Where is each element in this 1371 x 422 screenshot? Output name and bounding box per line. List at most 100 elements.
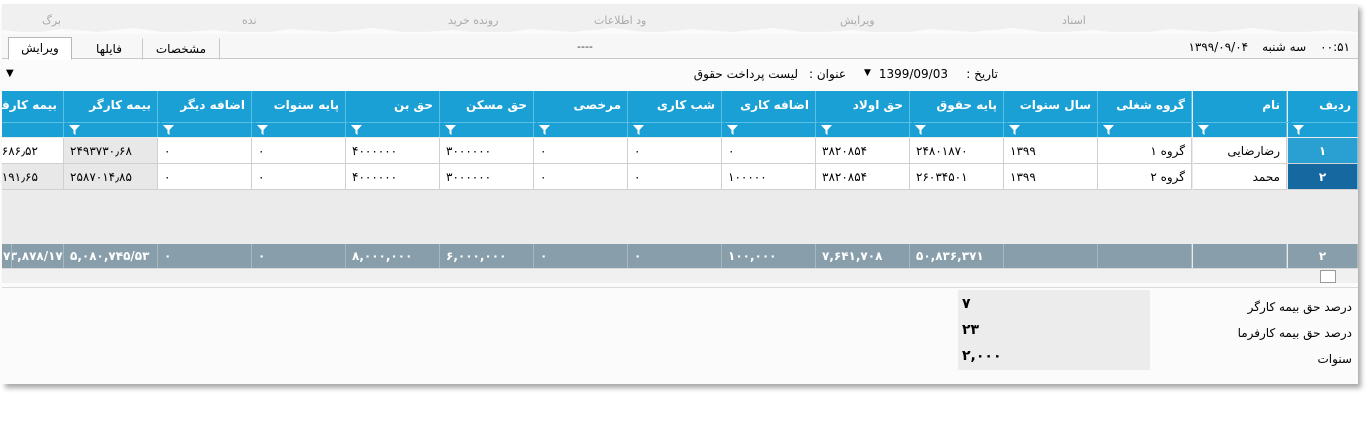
column-header-night[interactable]: شب کاری: [628, 91, 724, 137]
cell-bon[interactable]: ۴۰۰۰۰۰۰: [346, 138, 440, 164]
cell-housing[interactable]: ۳۰۰۰۰۰۰: [440, 138, 534, 164]
cell-group[interactable]: گروه ۲: [1098, 164, 1192, 190]
cell-worker-ins[interactable]: ۲۴۹۳۷۳۰٫۶۸: [64, 138, 158, 164]
filter-row: [161, 122, 254, 137]
total-row: ۲: [1288, 244, 1358, 268]
total-leave: ۰: [534, 244, 628, 268]
column-header-base[interactable]: پایه حقوق: [910, 91, 1006, 137]
total-child: ۷,۶۴۱,۷۰۸: [816, 244, 910, 268]
column-header-label: ردیف: [1319, 98, 1351, 112]
filter-row: [2, 122, 66, 137]
status-date: ۱۳۹۹/۰۹/۰۴: [1188, 40, 1249, 54]
cell-child[interactable]: ۳۸۲۰۸۵۴: [816, 164, 910, 190]
cell-night[interactable]: ۰: [628, 164, 722, 190]
column-header-label: حق اولاد: [852, 98, 903, 112]
payroll-grid: ردیف نام گروه شغلی سال سنوات پایه حقوق حق اول…: [2, 91, 1358, 283]
column-header-label: مرخصی: [573, 98, 621, 112]
cell-leave[interactable]: ۰: [534, 164, 628, 190]
cell-night[interactable]: ۰: [628, 138, 722, 164]
tab-properties[interactable]: مشخصات: [142, 38, 220, 60]
column-header-name[interactable]: نام: [1193, 91, 1289, 137]
column-header-label: اضافه دیگر: [180, 98, 245, 112]
horizontal-scrollbar[interactable]: [2, 268, 1358, 283]
column-header-child[interactable]: حق اولاد: [816, 91, 912, 137]
total-housing: ۶,۰۰۰,۰۰۰: [440, 244, 534, 268]
cell-seniority[interactable]: ۰: [252, 138, 346, 164]
column-header-employer-ins[interactable]: بیمه کارفرما: [2, 91, 66, 137]
cell-name[interactable]: رضارضایی: [1193, 138, 1287, 164]
filter-bar: ▼ تاریخ : 1399/09/03 ▼ عنوان : لیست پردا…: [2, 60, 1358, 90]
total-bon: ۸,۰۰۰,۰۰۰: [346, 244, 440, 268]
date-dropdown-arrow-icon[interactable]: ▼: [864, 68, 871, 78]
column-header-years[interactable]: سال سنوات: [1004, 91, 1100, 137]
seniority-value[interactable]: ۲,۰۰۰: [962, 348, 1002, 364]
column-header-housing[interactable]: حق مسکن: [440, 91, 536, 137]
tab-files[interactable]: فایلها: [80, 38, 138, 60]
title-dropdown-arrow-icon[interactable]: ▼: [6, 68, 14, 79]
cell-years[interactable]: ۱۳۹۹: [1004, 164, 1098, 190]
filter-row: [819, 122, 912, 137]
filter-row: [1007, 122, 1100, 137]
column-header-label: حق مسکن: [465, 98, 527, 112]
insurance-settings: ۷ درصد حق بیمه کارگر ۲۳ درصد حق بیمه کار…: [2, 287, 1358, 378]
column-header-label: شب کاری: [656, 98, 715, 112]
cell-overtime[interactable]: ۰: [722, 138, 816, 164]
seniority-label: سنوات: [1317, 352, 1352, 366]
cell-employer-ins[interactable]: ۸۵۰۰۱۹۱٫۶۵: [2, 164, 64, 190]
cell-seniority[interactable]: ۰: [252, 164, 346, 190]
worker-insurance-percent-value[interactable]: ۷: [962, 296, 971, 312]
cell-employer-ins[interactable]: ۸۱۹۳۶۸۶٫۵۲: [2, 138, 64, 164]
filter-row: [67, 122, 160, 137]
column-header-leave[interactable]: مرخصی: [534, 91, 630, 137]
column-header-label: پایه سنوات: [273, 98, 339, 112]
cell-name[interactable]: محمد: [1193, 164, 1287, 190]
column-header-label: نام: [1262, 98, 1280, 112]
filter-row: [1291, 122, 1358, 137]
cell-group[interactable]: گروه ۱: [1098, 138, 1192, 164]
cell-worker-ins[interactable]: ۲۵۸۷۰۱۴٫۸۵: [64, 164, 158, 190]
cell-years[interactable]: ۱۳۹۹: [1004, 138, 1098, 164]
cell-row[interactable]: ۲: [1288, 164, 1358, 190]
cell-base[interactable]: ۲۴۸۰۱۸۷۰: [910, 138, 1004, 164]
filter-row: [443, 122, 536, 137]
employer-insurance-percent-value[interactable]: ۲۳: [962, 322, 979, 338]
column-header-row[interactable]: ردیف: [1288, 91, 1358, 137]
status-time: ۰۰:۵۱: [1320, 40, 1350, 54]
date-value[interactable]: 1399/09/03: [879, 67, 948, 81]
scrollbar-thumb[interactable]: [1320, 270, 1336, 283]
cell-extra[interactable]: ۰: [158, 138, 252, 164]
title-label: عنوان :: [809, 67, 846, 81]
status-weekday: سه شنبه: [1262, 40, 1307, 54]
tab-edit[interactable]: ویرایش: [8, 37, 72, 60]
window: برگ نده رونده خرید ود اطلاعات ویرایش اسن…: [2, 4, 1358, 384]
column-header-group[interactable]: گروه شغلی: [1098, 91, 1194, 137]
column-header-label: بیمه کارفرما: [2, 98, 57, 112]
cell-leave[interactable]: ۰: [534, 138, 628, 164]
filter-row: [1101, 122, 1194, 137]
column-header-label: بیمه کارگر: [89, 98, 151, 112]
cell-overtime[interactable]: ۱۰۰۰۰۰: [722, 164, 816, 190]
column-header-label: سال سنوات: [1019, 98, 1091, 112]
column-header-overtime[interactable]: اضافه کاری: [722, 91, 818, 137]
column-header-extra[interactable]: اضافه دیگر: [158, 91, 254, 137]
column-header-bon[interactable]: حق بن: [346, 91, 442, 137]
cell-child[interactable]: ۳۸۲۰۸۵۴: [816, 138, 910, 164]
column-header-worker-ins[interactable]: بیمه کارگر: [64, 91, 160, 137]
total-cut-edge: ۷: [2, 244, 12, 268]
cell-bon[interactable]: ۴۰۰۰۰۰۰: [346, 164, 440, 190]
worker-insurance-percent-label: درصد حق بیمه کارگر: [1247, 300, 1352, 314]
cell-base[interactable]: ۲۶۰۳۴۵۰۱: [910, 164, 1004, 190]
filter-row: [537, 122, 630, 137]
filter-row: [725, 122, 818, 137]
cell-extra[interactable]: ۰: [158, 164, 252, 190]
filter-row: [349, 122, 442, 137]
document-title: ----: [577, 40, 593, 53]
cell-row[interactable]: ۱: [1288, 138, 1358, 164]
date-label: تاریخ :: [966, 67, 998, 81]
column-header-seniority[interactable]: پایه سنوات: [252, 91, 348, 137]
filter-row: [913, 122, 1006, 137]
cell-housing[interactable]: ۳۰۰۰۰۰۰: [440, 164, 534, 190]
column-header-label: حق بن: [394, 98, 433, 112]
column-header-label: اضافه کاری: [740, 98, 809, 112]
title-value[interactable]: لیست پرداخت حقوق: [694, 67, 798, 81]
